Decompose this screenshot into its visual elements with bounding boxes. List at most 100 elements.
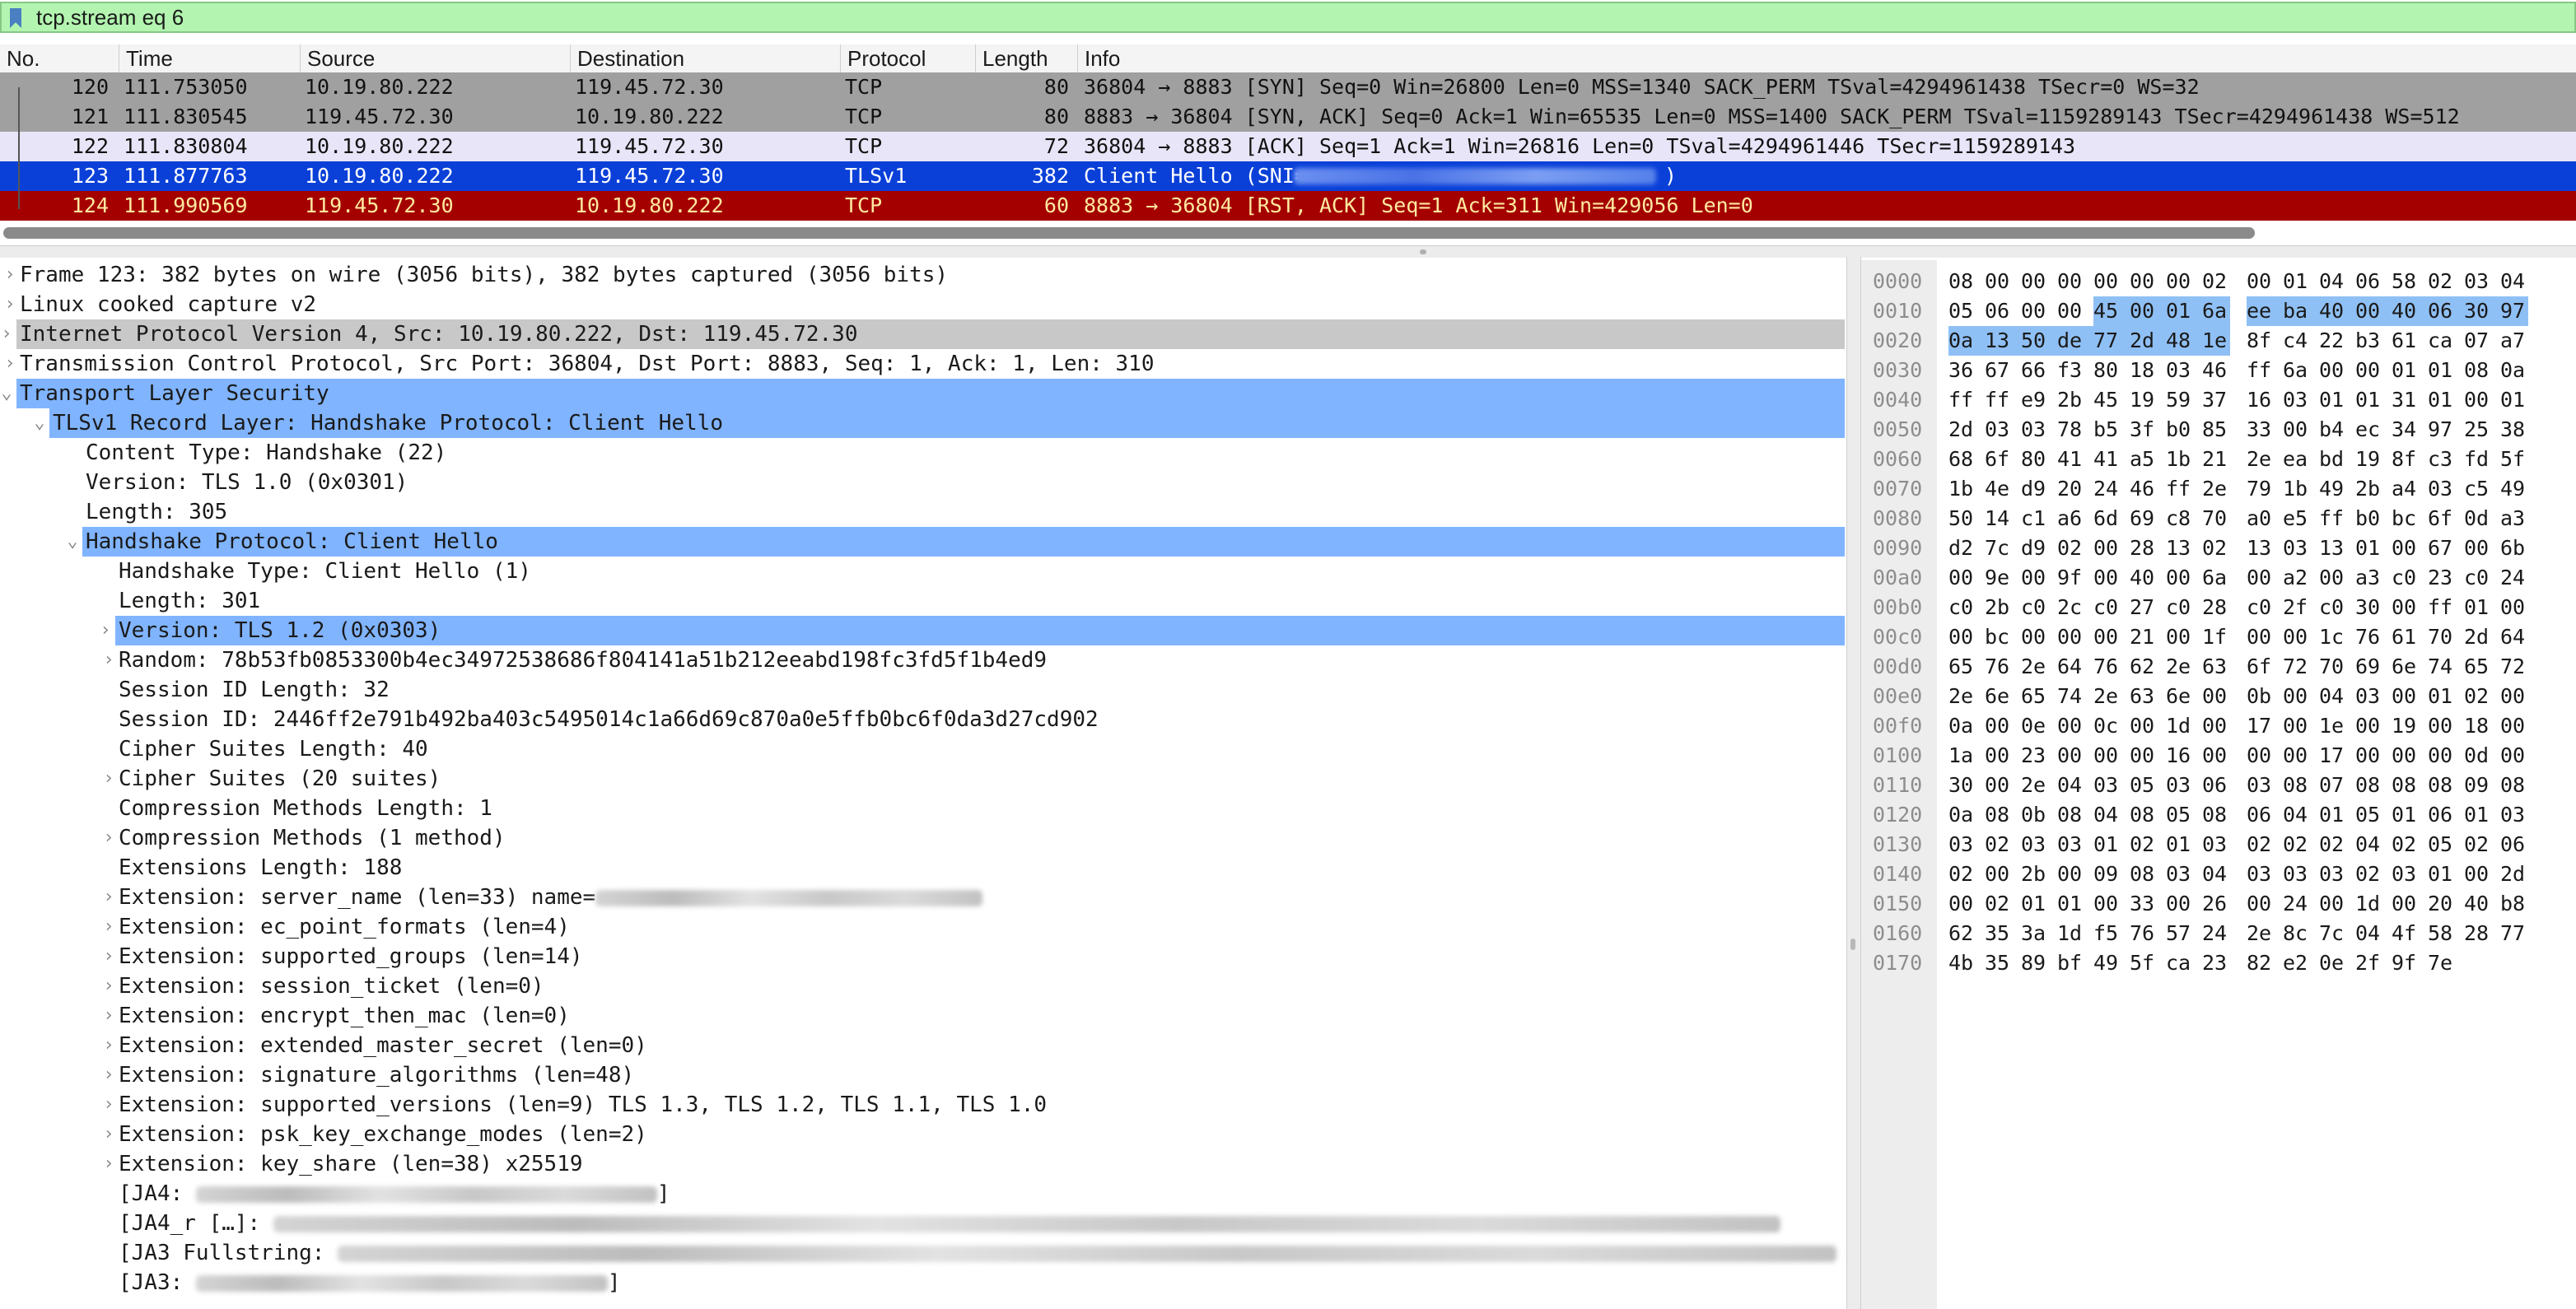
hex-byte[interactable]: 68 [1948,445,1976,474]
hex-byte[interactable]: 6f [2247,652,2275,682]
packet-row[interactable]: 121 111.830545 119.45.72.30 10.19.80.222 TCP… [0,102,2576,132]
hex-byte[interactable]: 00 [2202,741,2230,771]
hex-byte[interactable]: 06 [2500,830,2528,859]
hex-byte[interactable]: 04 [2093,800,2121,830]
hex-byte[interactable]: e9 [2021,385,2049,415]
hex-byte[interactable]: c0 [2247,593,2275,622]
hex-byte[interactable]: 03 [2392,859,2420,889]
hex-byte[interactable]: 2e [2247,919,2275,948]
hex-byte[interactable]: a7 [2500,326,2528,356]
hex-byte[interactable]: 00 [2021,296,2049,326]
hex-byte[interactable]: 00 [2057,267,2085,296]
hex-byte[interactable]: 79 [2247,474,2275,504]
hex-byte[interactable]: 6b [2500,533,2528,563]
hex-byte[interactable]: a6 [2057,504,2085,533]
detail-tree-item[interactable]: › Extension: key_share (len=38) x25519 [0,1149,1845,1179]
hex-byte[interactable]: 70 [2319,652,2347,682]
hex-byte[interactable]: 2f [2355,948,2383,978]
hex-byte[interactable]: 4f [2392,919,2420,948]
hex-byte[interactable]: 1f [2202,622,2230,652]
hex-byte[interactable]: 04 [2319,267,2347,296]
hex-byte[interactable]: 00 [2093,889,2121,919]
hex-byte[interactable]: 13 [1985,326,2021,356]
hex-byte[interactable]: 00 [2283,682,2311,711]
hex-byte[interactable]: 74 [2428,652,2456,682]
detail-tree-item[interactable]: ⌄ TLSv1 Record Layer: Handshake Protocol:… [34,408,1845,438]
hex-byte[interactable]: c4 [2283,326,2311,356]
detail-tree-item[interactable]: › Extension: encrypt_then_mac (len=0) [0,1001,1845,1031]
hex-byte[interactable]: 1e [2202,326,2230,356]
hex-byte[interactable]: 59 [2166,385,2194,415]
hex-byte[interactable]: 00 [2093,267,2121,296]
hex-byte[interactable]: 85 [2202,415,2230,445]
hex-byte[interactable]: 20 [2057,474,2085,504]
hex-byte[interactable]: 08 [2464,356,2492,385]
chevron-right-icon[interactable]: › [100,1149,117,1179]
hex-byte[interactable]: 00 [2355,711,2383,741]
hex-byte[interactable]: 00 [2283,741,2311,771]
hex-byte[interactable]: 13 [2166,533,2194,563]
hex-byte[interactable]: ec [2355,415,2383,445]
detail-tree-item[interactable]: Length: 301 [0,586,1845,616]
hex-byte[interactable]: 00 [2283,711,2311,741]
chevron-right-icon[interactable]: › [100,823,117,853]
hex-byte[interactable]: 3f [2130,415,2158,445]
hex-byte[interactable]: 77 [2093,326,2130,356]
hex-byte[interactable]: 00 [2130,711,2158,741]
hex-byte[interactable]: 02 [2464,682,2492,711]
hex-byte[interactable]: 00 [2166,622,2194,652]
hex-byte[interactable]: a2 [2283,563,2311,593]
hex-byte[interactable]: 6e [2166,682,2194,711]
hex-byte[interactable]: 76 [2130,919,2158,948]
hex-byte[interactable]: 02 [1985,830,2013,859]
hex-byte[interactable]: 28 [2202,593,2230,622]
hex-byte[interactable]: c0 [2021,593,2049,622]
hex-byte[interactable]: 00 [2247,622,2275,652]
hex-byte[interactable]: 00 [2093,622,2121,652]
hex-byte[interactable]: b0 [2355,504,2383,533]
hex-byte[interactable]: ba [2283,296,2319,326]
hex-byte[interactable]: 02 [1948,859,1976,889]
hex-byte[interactable]: 09 [2093,859,2121,889]
detail-tree-item[interactable]: Length: 305 [0,497,1845,527]
hex-byte[interactable]: 24 [2093,474,2121,504]
hex-byte[interactable]: 01 [2500,385,2528,415]
hex-byte[interactable]: 1d [2166,711,2194,741]
chevron-right-icon[interactable]: › [2,260,18,290]
hex-byte[interactable]: bc [1985,622,2013,652]
hex-byte[interactable]: 00 [1948,889,1976,919]
hex-byte[interactable]: 30 [2355,593,2383,622]
hex-byte[interactable]: 7e [2428,948,2456,978]
hex-byte[interactable]: c0 [2464,563,2492,593]
hex-byte[interactable]: 40 [2464,889,2492,919]
hex-byte[interactable]: 02 [1985,889,2013,919]
hex-byte[interactable]: 03 [2355,682,2383,711]
hex-byte[interactable]: 5f [2500,445,2528,474]
hex-byte[interactable]: ff [2319,504,2347,533]
hex-byte[interactable]: 02 [2355,859,2383,889]
hex-byte[interactable]: 00 [2464,385,2492,415]
hex-byte[interactable]: 78 [2057,415,2085,445]
hex-byte[interactable]: 03 [2021,415,2049,445]
hex-byte[interactable]: 76 [1985,652,2013,682]
chevron-right-icon[interactable]: › [100,942,117,971]
hex-byte[interactable]: 02 [2202,533,2230,563]
hex-byte[interactable]: 01 [2166,296,2202,326]
hex-byte[interactable]: 00 [2319,356,2347,385]
hex-byte[interactable]: 04 [2202,859,2230,889]
hex-byte[interactable]: 07 [2319,771,2347,800]
hex-byte[interactable]: 2d [2130,326,2166,356]
hex-byte[interactable]: 03 [2319,859,2347,889]
detail-tree-item[interactable]: [JA4_r […]: [0,1209,1845,1238]
hex-byte[interactable]: 00 [2057,622,2085,652]
hex-byte[interactable]: 03 [2247,859,2275,889]
hex-byte[interactable]: 23 [2428,563,2456,593]
hex-byte[interactable]: 50 [1948,504,1976,533]
detail-tree-item[interactable]: › Extension: extended_master_secret (len=… [0,1031,1845,1060]
hex-byte[interactable]: c0 [2319,593,2347,622]
hex-byte[interactable]: ff [1985,385,2013,415]
hex-byte[interactable]: 64 [2500,622,2528,652]
detail-tree-item[interactable]: [JA4: ] [0,1179,1845,1209]
hex-byte[interactable]: ff [2166,474,2194,504]
hex-byte[interactable]: 2b [2021,859,2049,889]
